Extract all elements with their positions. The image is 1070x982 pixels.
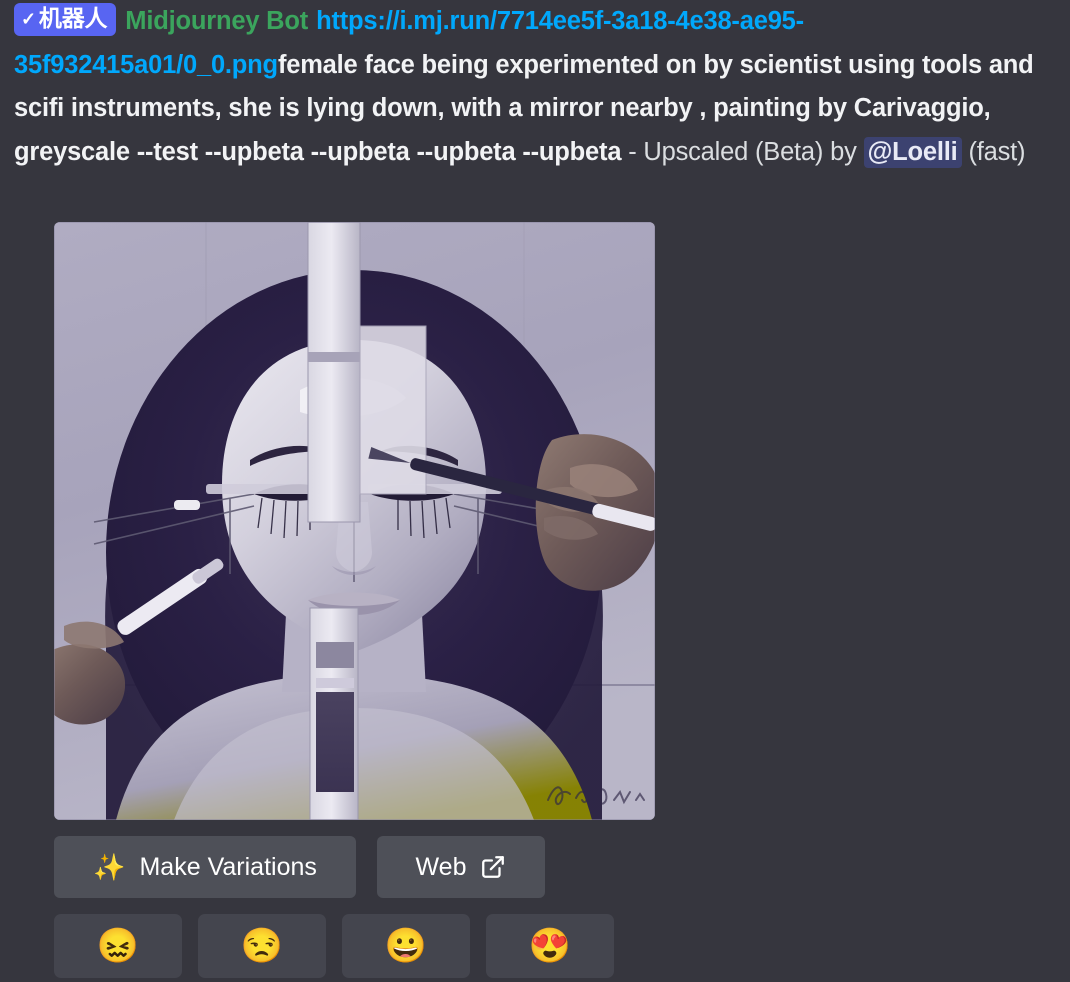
upscale-status-text: - Upscaled (Beta) by — [621, 137, 864, 166]
make-variations-button[interactable]: ✨ Make Variations — [54, 836, 356, 898]
image-attachment[interactable] — [54, 222, 655, 820]
speed-mode-text: (fast) — [961, 137, 1026, 166]
external-link-icon — [480, 854, 506, 880]
unamused-face-emoji: 😒 — [240, 927, 284, 965]
discord-bot-message: ✓ 机器人 Midjourney Bot https://i.mj.run/7714e… — [0, 0, 1070, 982]
user-mention[interactable]: @Loelli — [863, 136, 962, 168]
bot-badge-label: 机器人 — [38, 5, 108, 31]
grinning-face-emoji: 😀 — [384, 927, 428, 965]
web-button[interactable]: Web — [377, 836, 545, 898]
checkmark-icon: ✓ — [21, 9, 36, 29]
make-variations-label: Make Variations — [139, 852, 317, 881]
smiling-face-with-hearts-emoji: 😍 — [528, 927, 572, 965]
message-content: ✓ 机器人 Midjourney Bot https://i.mj.run/7714e… — [14, 0, 1060, 174]
web-label: Web — [415, 852, 467, 881]
generated-artwork — [54, 222, 655, 820]
bot-badge: ✓ 机器人 — [14, 3, 117, 36]
confounded-face-emoji: 😖 — [96, 927, 140, 965]
action-buttons-row: ✨ Make Variations Web — [54, 836, 545, 898]
message-author[interactable]: Midjourney Bot — [125, 7, 308, 35]
magic-wand-icon: ✨ — [93, 852, 126, 882]
reaction-button-unamused[interactable]: 😒 — [198, 914, 326, 978]
reaction-button-grinning[interactable]: 😀 — [342, 914, 470, 978]
reactions-row: 😖 😒 😀 😍 — [54, 914, 614, 978]
reaction-button-confounded[interactable]: 😖 — [54, 914, 182, 978]
reaction-button-heart-eyes[interactable]: 😍 — [486, 914, 614, 978]
